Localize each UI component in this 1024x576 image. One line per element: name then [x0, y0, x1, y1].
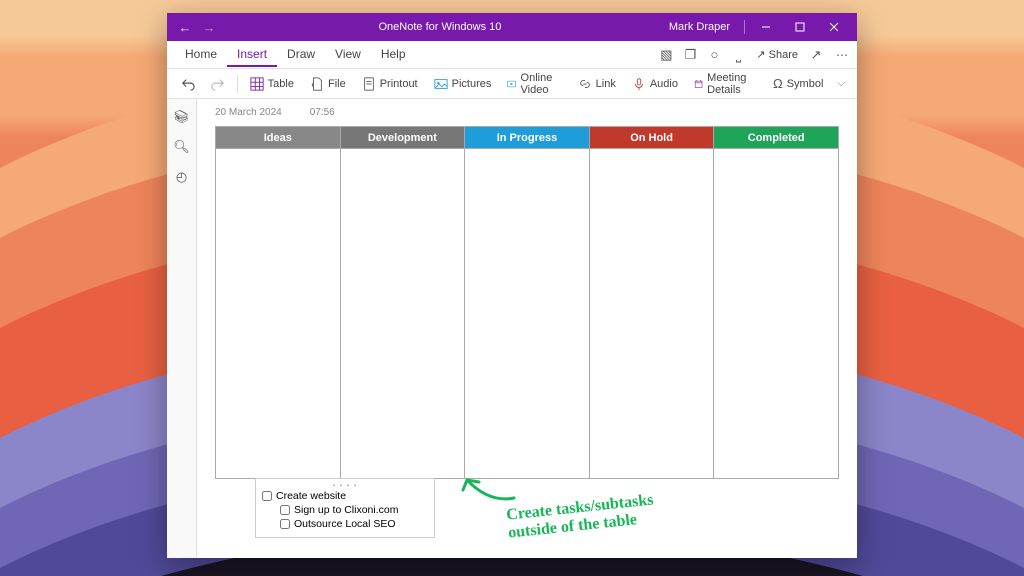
menu-tabs: Home Insert Draw View Help — [167, 43, 416, 67]
ribbon-meeting-label: Meeting Details — [707, 72, 757, 96]
tab-insert[interactable]: Insert — [227, 43, 277, 67]
redo-button[interactable] — [205, 75, 231, 93]
search-icon[interactable]: 🔍︎ — [173, 139, 190, 155]
ribbon-table-label: Table — [268, 78, 294, 90]
kanban-table[interactable]: Ideas Development In Progress On Hold Co… — [215, 126, 839, 479]
tab-help[interactable]: Help — [371, 43, 416, 67]
ribbon-symbol-label: Symbol — [787, 78, 824, 90]
ribbon-meeting[interactable]: Meeting Details — [688, 70, 763, 98]
ribbon-symbol[interactable]: Ω Symbol — [767, 74, 829, 93]
kanban-cell-ideas[interactable] — [216, 149, 341, 479]
recent-icon[interactable]: ◴ — [176, 169, 187, 185]
tab-draw[interactable]: Draw — [277, 43, 325, 67]
lightbulb-icon[interactable]: ○ — [702, 47, 726, 62]
ribbon-online-video[interactable]: Online Video — [501, 70, 567, 98]
share-label: Share — [769, 49, 798, 61]
kanban-body-row — [216, 149, 839, 479]
ribbon-table[interactable]: Table — [244, 75, 300, 93]
maximize-button[interactable] — [783, 13, 817, 41]
share-button[interactable]: ↗ Share — [750, 48, 804, 61]
kanban-header-completed[interactable]: Completed — [714, 127, 839, 149]
page-date: 20 March 2024 — [215, 107, 282, 118]
nav-back-button[interactable]: ← — [173, 20, 197, 35]
task-checkbox[interactable] — [262, 491, 272, 501]
ribbon-pictures-label: Pictures — [452, 78, 492, 90]
omega-icon: Ω — [773, 76, 783, 91]
kanban-cell-completed[interactable] — [714, 149, 839, 479]
ribbon-overflow-button[interactable]: ⌵ — [833, 78, 849, 89]
undo-button[interactable] — [175, 75, 201, 93]
kanban-header-inprogress[interactable]: In Progress — [465, 127, 590, 149]
immersive-reader-icon[interactable]: ▧ — [654, 47, 678, 63]
kanban-header-onhold[interactable]: On Hold — [589, 127, 714, 149]
subtask-label[interactable]: Sign up to Clixoni.com — [294, 504, 398, 516]
subtask-checkbox[interactable] — [280, 505, 290, 515]
close-button[interactable] — [817, 13, 851, 41]
ribbon-file-label: File — [328, 78, 346, 90]
task-label[interactable]: Create website — [276, 490, 346, 502]
tab-view[interactable]: View — [325, 43, 371, 67]
separator — [237, 75, 238, 93]
separator — [744, 20, 745, 34]
page-metadata: 20 March 2024 07:56 — [215, 105, 839, 126]
subtask-label[interactable]: Outsource Local SEO — [294, 518, 396, 530]
kanban-cell-development[interactable] — [340, 149, 465, 479]
annotation-text: Create tasks/subtasks outside of the tab… — [505, 492, 656, 544]
ribbon-audio[interactable]: Audio — [626, 75, 684, 93]
kanban-cell-inprogress[interactable] — [465, 149, 590, 479]
page-icon[interactable]: ❐ — [678, 47, 702, 63]
title-bar: ← → OneNote for Windows 10 Mark Draper — [167, 13, 857, 41]
user-name[interactable]: Mark Draper — [659, 21, 740, 33]
fullscreen-button[interactable]: ↗ — [804, 47, 828, 63]
subtask-row[interactable]: Outsource Local SEO — [278, 517, 430, 531]
minimize-button[interactable] — [749, 13, 783, 41]
ribbon-pictures[interactable]: Pictures — [428, 75, 498, 93]
kanban-cell-onhold[interactable] — [589, 149, 714, 479]
ribbon-printout-label: Printout — [380, 78, 418, 90]
more-button[interactable]: ⋯ — [828, 48, 857, 62]
ribbon-file[interactable]: File — [304, 75, 352, 93]
ribbon-audio-label: Audio — [650, 78, 678, 90]
task-note-container[interactable]: • • • • Create website Sign up to Clixon… — [255, 478, 435, 538]
kanban-header-ideas[interactable]: Ideas — [216, 127, 341, 149]
ribbon-printout[interactable]: Printout — [356, 75, 424, 93]
tab-home[interactable]: Home — [175, 43, 227, 67]
app-window: ← → OneNote for Windows 10 Mark Draper H… — [167, 13, 857, 558]
notebooks-icon[interactable]: 📚︎ — [173, 109, 190, 125]
body: 📚︎ 🔍︎ ◴ 20 March 2024 07:56 Ideas Develo… — [167, 99, 857, 558]
ribbon-link[interactable]: Link — [572, 75, 622, 93]
kanban-header-development[interactable]: Development — [340, 127, 465, 149]
kanban-header-row: Ideas Development In Progress On Hold Co… — [216, 127, 839, 149]
app-title: OneNote for Windows 10 — [221, 21, 659, 33]
share-icon: ↗ — [756, 48, 765, 61]
menu-bar: Home Insert Draw View Help ▧ ❐ ○ ⎵ ↗ Sha… — [167, 41, 857, 69]
page-canvas[interactable]: 20 March 2024 07:56 Ideas Development In… — [197, 99, 857, 558]
nav-forward-button[interactable]: → — [197, 20, 221, 35]
subtask-checkbox[interactable] — [280, 519, 290, 529]
bell-icon[interactable]: ⎵ — [726, 47, 750, 63]
ribbon: Table File Printout Pictures Online Vide… — [167, 69, 857, 99]
ribbon-link-label: Link — [596, 78, 616, 90]
subtask-row[interactable]: Sign up to Clixoni.com — [278, 503, 430, 517]
sidebar: 📚︎ 🔍︎ ◴ — [167, 99, 197, 558]
page-time: 07:56 — [310, 107, 335, 118]
ribbon-video-label: Online Video — [521, 72, 562, 96]
task-row[interactable]: Create website — [260, 489, 430, 503]
